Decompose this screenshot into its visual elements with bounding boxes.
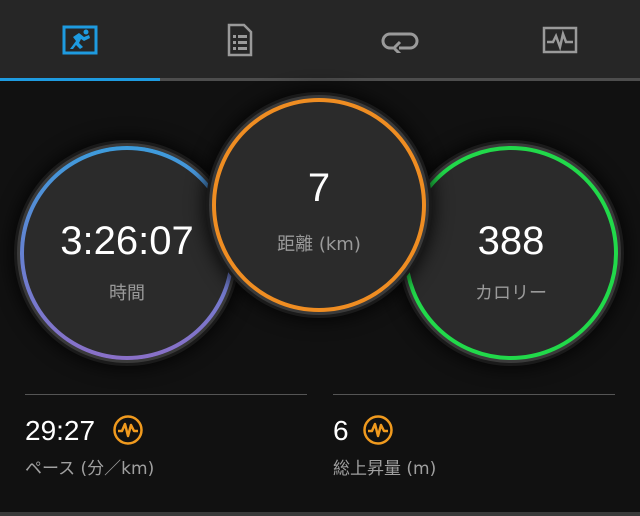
bottom-bar — [0, 512, 640, 516]
pace-label: ペース (分／km) — [25, 459, 155, 479]
pace-value: 29:27 — [25, 415, 96, 446]
tab-details[interactable] — [160, 0, 320, 80]
document-list-icon — [227, 23, 253, 57]
loop-icon — [381, 27, 419, 53]
pulse-icon[interactable] — [362, 414, 394, 446]
tab-overview[interactable] — [0, 0, 160, 80]
distance-label: 距離 (km) — [277, 234, 361, 255]
elevation-value: 6 — [333, 415, 349, 446]
calories-label: カロリー — [475, 283, 547, 304]
tab-bar — [0, 0, 640, 80]
time-label: 時間 — [109, 283, 145, 304]
tab-charts[interactable] — [480, 0, 640, 80]
tab-underline — [0, 78, 640, 81]
runner-icon — [62, 25, 98, 55]
elevation-label: 総上昇量 (m) — [333, 459, 437, 479]
pulse-icon[interactable] — [112, 414, 144, 446]
calories-circle: 388 カロリー — [404, 146, 618, 360]
divider-left — [25, 394, 307, 395]
time-value: 3:26:07 — [60, 219, 194, 263]
heart-chart-icon — [542, 26, 578, 54]
active-tab-indicator — [0, 78, 160, 81]
divider-right — [333, 394, 615, 395]
tab-laps[interactable] — [320, 0, 480, 80]
distance-value: 7 — [307, 166, 331, 210]
distance-circle: 7 距離 (km) — [212, 98, 426, 312]
calories-value: 388 — [477, 219, 545, 263]
time-circle: 3:26:07 時間 — [20, 146, 234, 360]
